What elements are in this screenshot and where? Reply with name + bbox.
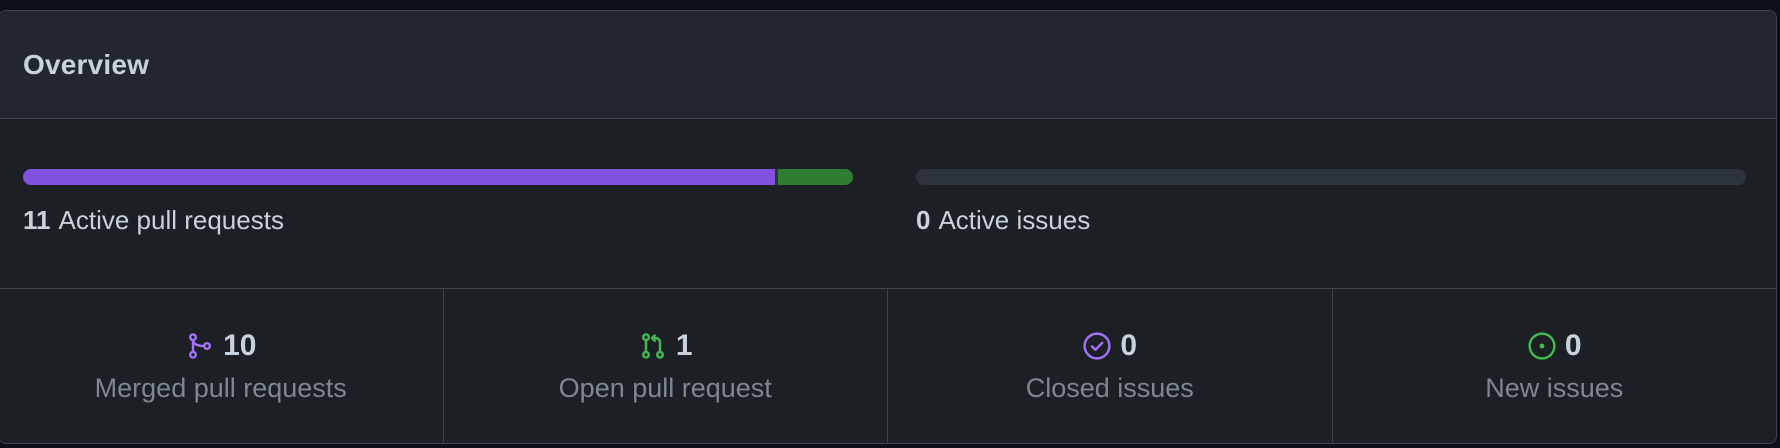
activity-bars: 11 Active pull requests 0 Active issues bbox=[0, 119, 1776, 289]
stats-row: 10 Merged pull requests 1 Open pull requ… bbox=[0, 289, 1777, 443]
merged-pull-requests-label: Merged pull requests bbox=[94, 373, 347, 403]
closed-issues-count: 0 bbox=[1120, 329, 1138, 362]
git-merge-icon bbox=[185, 331, 215, 361]
active-pull-requests-count: 11 bbox=[23, 205, 51, 235]
open-pull-request-label: Open pull request bbox=[558, 373, 772, 403]
issues-summary[interactable]: 0 Active issues bbox=[916, 169, 1746, 236]
overview-card: Overview 11 Active pull requests 0 Active … bbox=[0, 10, 1777, 444]
overview-title: Overview bbox=[23, 48, 150, 80]
git-pull-request-icon bbox=[638, 331, 668, 361]
progress-segment-open bbox=[777, 169, 853, 185]
issues-progress-bar[interactable] bbox=[916, 169, 1746, 185]
active-pull-requests-label: Active pull requests bbox=[58, 205, 284, 235]
pull-requests-summary[interactable]: 11 Active pull requests bbox=[23, 169, 853, 236]
issue-opened-icon bbox=[1527, 331, 1557, 361]
active-issues-count: 0 bbox=[916, 205, 931, 235]
pull-requests-progress-bar[interactable] bbox=[23, 169, 853, 185]
stat-open-pull-request[interactable]: 1 Open pull request bbox=[444, 289, 888, 443]
open-pull-request-count: 1 bbox=[675, 329, 693, 362]
overview-header: Overview bbox=[0, 11, 1776, 119]
closed-issues-label: Closed issues bbox=[1025, 373, 1194, 403]
progress-segment-merged bbox=[23, 169, 775, 185]
active-issues-label: Active issues bbox=[938, 205, 1091, 235]
new-issues-label: New issues bbox=[1485, 373, 1624, 403]
stat-merged-pull-requests[interactable]: 10 Merged pull requests bbox=[0, 289, 444, 443]
stat-closed-issues[interactable]: 0 Closed issues bbox=[888, 289, 1333, 443]
new-issues-count: 0 bbox=[1564, 329, 1582, 362]
stat-new-issues[interactable]: 0 New issues bbox=[1333, 289, 1777, 443]
merged-pull-requests-count: 10 bbox=[223, 329, 257, 362]
issue-closed-icon bbox=[1082, 331, 1112, 361]
